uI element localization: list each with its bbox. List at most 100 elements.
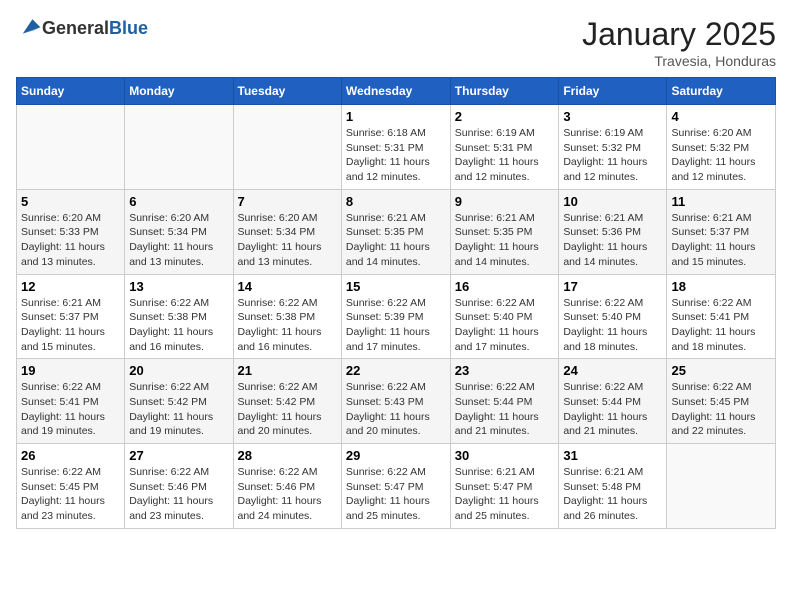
- calendar-cell-w3-d2: 13Sunrise: 6:22 AM Sunset: 5:38 PM Dayli…: [125, 274, 233, 359]
- day-number: 4: [671, 109, 771, 124]
- day-info: Sunrise: 6:21 AM Sunset: 5:37 PM Dayligh…: [671, 211, 771, 270]
- day-number: 13: [129, 279, 228, 294]
- calendar-cell-w5-d1: 26Sunrise: 6:22 AM Sunset: 5:45 PM Dayli…: [17, 444, 125, 529]
- calendar-week-4: 19 Sunrise: 6:22 AM Sunset: 5:41 PM Dayli…: [17, 359, 776, 444]
- day-number: 14: [238, 279, 337, 294]
- day-number: 19: [21, 363, 120, 378]
- day-number: 23: [455, 363, 555, 378]
- day-info: Sunrise: 6:22 AM Sunset: 5:42 PM Dayligh…: [238, 380, 337, 439]
- calendar-cell-w4-d4: 22Sunrise: 6:22 AM Sunset: 5:43 PM Dayli…: [341, 359, 450, 444]
- calendar-cell-w3-d4: 15 Sunrise: 6:22 AM Sunset: 5:39 PM Dayli…: [341, 274, 450, 359]
- calendar-cell-w1-d6: 3 Sunrise: 6:19 AM Sunset: 5:32 PM Daylig…: [559, 105, 667, 190]
- day-number: 7: [238, 194, 337, 209]
- calendar-cell-w2-d1: 5 Sunrise: 6:20 AM Sunset: 5:33 PM Daylig…: [17, 189, 125, 274]
- day-info: Sunrise: 6:20 AM Sunset: 5:32 PM Dayligh…: [671, 126, 771, 185]
- header-saturday: Saturday: [667, 78, 776, 105]
- calendar-cell-w5-d4: 29 Sunrise: 6:22 AM Sunset: 5:47 PM Dayli…: [341, 444, 450, 529]
- calendar-cell-w3-d5: 16Sunrise: 6:22 AM Sunset: 5:40 PM Dayli…: [450, 274, 559, 359]
- day-info: Sunrise: 6:22 AM Sunset: 5:40 PM Dayligh…: [563, 296, 662, 355]
- day-number: 17: [563, 279, 662, 294]
- calendar-table: Sunday Monday Tuesday Wednesday Thursday…: [16, 77, 776, 529]
- day-info: Sunrise: 6:19 AM Sunset: 5:31 PM Dayligh…: [455, 126, 555, 185]
- calendar-cell-w2-d7: 11 Sunrise: 6:21 AM Sunset: 5:37 PM Dayli…: [667, 189, 776, 274]
- header-sunday: Sunday: [17, 78, 125, 105]
- day-info: Sunrise: 6:20 AM Sunset: 5:34 PM Dayligh…: [238, 211, 337, 270]
- day-info: Sunrise: 6:22 AM Sunset: 5:39 PM Dayligh…: [346, 296, 446, 355]
- day-number: 21: [238, 363, 337, 378]
- day-number: 10: [563, 194, 662, 209]
- header-wednesday: Wednesday: [341, 78, 450, 105]
- calendar-cell-w5-d7: [667, 444, 776, 529]
- day-info: Sunrise: 6:21 AM Sunset: 5:36 PM Dayligh…: [563, 211, 662, 270]
- logo-text-general: General: [42, 18, 109, 38]
- logo-text-blue: Blue: [109, 18, 148, 38]
- day-info: Sunrise: 6:22 AM Sunset: 5:46 PM Dayligh…: [129, 465, 228, 524]
- calendar-cell-w4-d5: 23 Sunrise: 6:22 AM Sunset: 5:44 PM Dayli…: [450, 359, 559, 444]
- day-info: Sunrise: 6:21 AM Sunset: 5:35 PM Dayligh…: [455, 211, 555, 270]
- day-info: Sunrise: 6:22 AM Sunset: 5:41 PM Dayligh…: [671, 296, 771, 355]
- calendar-cell-w4-d1: 19 Sunrise: 6:22 AM Sunset: 5:41 PM Dayli…: [17, 359, 125, 444]
- calendar-cell-w5-d6: 31Sunrise: 6:21 AM Sunset: 5:48 PM Dayli…: [559, 444, 667, 529]
- calendar-cell-w4-d3: 21 Sunrise: 6:22 AM Sunset: 5:42 PM Dayli…: [233, 359, 341, 444]
- calendar-cell-w2-d3: 7 Sunrise: 6:20 AM Sunset: 5:34 PM Daylig…: [233, 189, 341, 274]
- day-info: Sunrise: 6:22 AM Sunset: 5:47 PM Dayligh…: [346, 465, 446, 524]
- day-info: Sunrise: 6:21 AM Sunset: 5:47 PM Dayligh…: [455, 465, 555, 524]
- day-info: Sunrise: 6:22 AM Sunset: 5:40 PM Dayligh…: [455, 296, 555, 355]
- day-info: Sunrise: 6:22 AM Sunset: 5:43 PM Dayligh…: [346, 380, 446, 439]
- day-number: 11: [671, 194, 771, 209]
- day-info: Sunrise: 6:19 AM Sunset: 5:32 PM Dayligh…: [563, 126, 662, 185]
- calendar-cell-w4-d7: 25 Sunrise: 6:22 AM Sunset: 5:45 PM Dayli…: [667, 359, 776, 444]
- day-number: 3: [563, 109, 662, 124]
- day-number: 6: [129, 194, 228, 209]
- calendar-cell-w1-d3: [233, 105, 341, 190]
- day-number: 24: [563, 363, 662, 378]
- calendar-week-3: 12 Sunrise: 6:21 AM Sunset: 5:37 PM Dayli…: [17, 274, 776, 359]
- calendar-cell-w3-d7: 18Sunrise: 6:22 AM Sunset: 5:41 PM Dayli…: [667, 274, 776, 359]
- day-number: 20: [129, 363, 228, 378]
- day-number: 2: [455, 109, 555, 124]
- logo-icon: [18, 16, 42, 40]
- calendar-cell-w1-d4: 1Sunrise: 6:18 AM Sunset: 5:31 PM Daylig…: [341, 105, 450, 190]
- day-number: 28: [238, 448, 337, 463]
- day-info: Sunrise: 6:22 AM Sunset: 5:45 PM Dayligh…: [21, 465, 120, 524]
- day-info: Sunrise: 6:22 AM Sunset: 5:46 PM Dayligh…: [238, 465, 337, 524]
- header-tuesday: Tuesday: [233, 78, 341, 105]
- day-info: Sunrise: 6:21 AM Sunset: 5:48 PM Dayligh…: [563, 465, 662, 524]
- header-monday: Monday: [125, 78, 233, 105]
- calendar-cell-w1-d2: [125, 105, 233, 190]
- day-info: Sunrise: 6:21 AM Sunset: 5:35 PM Dayligh…: [346, 211, 446, 270]
- month-title: January 2025: [582, 16, 776, 53]
- day-number: 8: [346, 194, 446, 209]
- calendar-cell-w3-d6: 17 Sunrise: 6:22 AM Sunset: 5:40 PM Dayli…: [559, 274, 667, 359]
- calendar-header-row: Sunday Monday Tuesday Wednesday Thursday…: [17, 78, 776, 105]
- title-block: January 2025 Travesia, Honduras: [582, 16, 776, 69]
- day-number: 15: [346, 279, 446, 294]
- calendar-cell-w1-d5: 2 Sunrise: 6:19 AM Sunset: 5:31 PM Daylig…: [450, 105, 559, 190]
- day-info: Sunrise: 6:22 AM Sunset: 5:41 PM Dayligh…: [21, 380, 120, 439]
- day-info: Sunrise: 6:22 AM Sunset: 5:45 PM Dayligh…: [671, 380, 771, 439]
- day-info: Sunrise: 6:22 AM Sunset: 5:44 PM Dayligh…: [455, 380, 555, 439]
- header-thursday: Thursday: [450, 78, 559, 105]
- calendar-cell-w4-d2: 20 Sunrise: 6:22 AM Sunset: 5:42 PM Dayli…: [125, 359, 233, 444]
- calendar-cell-w1-d7: 4 Sunrise: 6:20 AM Sunset: 5:32 PM Daylig…: [667, 105, 776, 190]
- day-info: Sunrise: 6:22 AM Sunset: 5:42 PM Dayligh…: [129, 380, 228, 439]
- day-info: Sunrise: 6:21 AM Sunset: 5:37 PM Dayligh…: [21, 296, 120, 355]
- day-info: Sunrise: 6:22 AM Sunset: 5:44 PM Dayligh…: [563, 380, 662, 439]
- calendar-cell-w2-d5: 9 Sunrise: 6:21 AM Sunset: 5:35 PM Daylig…: [450, 189, 559, 274]
- calendar-cell-w5-d2: 27 Sunrise: 6:22 AM Sunset: 5:46 PM Dayli…: [125, 444, 233, 529]
- calendar-cell-w3-d1: 12 Sunrise: 6:21 AM Sunset: 5:37 PM Dayli…: [17, 274, 125, 359]
- calendar-cell-w5-d3: 28 Sunrise: 6:22 AM Sunset: 5:46 PM Dayli…: [233, 444, 341, 529]
- day-number: 1: [346, 109, 446, 124]
- day-number: 29: [346, 448, 446, 463]
- day-info: Sunrise: 6:22 AM Sunset: 5:38 PM Dayligh…: [238, 296, 337, 355]
- day-info: Sunrise: 6:20 AM Sunset: 5:33 PM Dayligh…: [21, 211, 120, 270]
- day-number: 9: [455, 194, 555, 209]
- calendar-cell-w2-d6: 10 Sunrise: 6:21 AM Sunset: 5:36 PM Dayli…: [559, 189, 667, 274]
- day-number: 27: [129, 448, 228, 463]
- calendar-cell-w4-d6: 24 Sunrise: 6:22 AM Sunset: 5:44 PM Dayli…: [559, 359, 667, 444]
- day-number: 30: [455, 448, 555, 463]
- day-number: 25: [671, 363, 771, 378]
- day-number: 12: [21, 279, 120, 294]
- header-friday: Friday: [559, 78, 667, 105]
- day-number: 5: [21, 194, 120, 209]
